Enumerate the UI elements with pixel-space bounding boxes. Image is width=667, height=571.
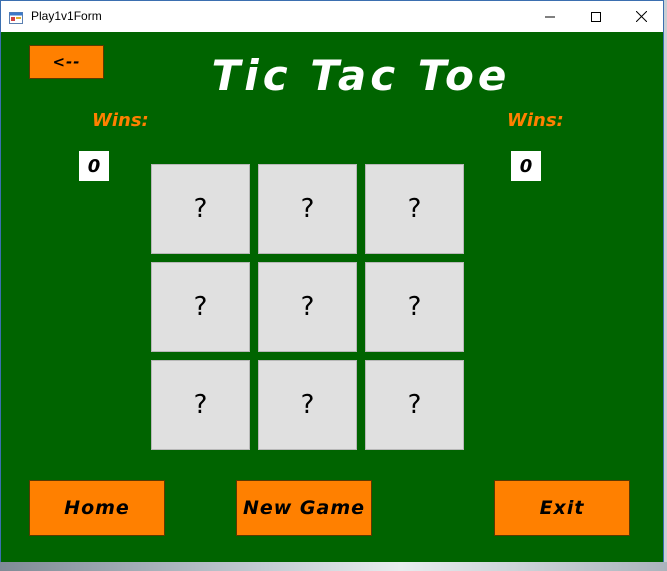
maximize-button[interactable] [573, 1, 619, 32]
home-button[interactable]: Home [29, 480, 165, 536]
minimize-icon [545, 7, 555, 26]
board-cell-1[interactable]: ? [151, 164, 250, 254]
window-title: Play1v1Form [31, 9, 102, 23]
player1-wins-label: Wins: [92, 110, 149, 131]
game-window: Play1v1Form <-- Tic Tac Toe Wins: Wins: … [0, 0, 664, 562]
board-cell-4[interactable]: ? [151, 262, 250, 352]
board-cell-9[interactable]: ? [365, 360, 464, 450]
app-icon [9, 9, 23, 24]
board-cell-7[interactable]: ? [151, 360, 250, 450]
board-cell-8[interactable]: ? [258, 360, 357, 450]
maximize-icon [591, 7, 601, 26]
player2-wins-label: Wins: [507, 110, 564, 131]
board-cell-3[interactable]: ? [365, 164, 464, 254]
minimize-button[interactable] [527, 1, 573, 32]
board-cell-5[interactable]: ? [258, 262, 357, 352]
new-game-button[interactable]: New Game [236, 480, 372, 536]
page-title: Tic Tac Toe [211, 51, 511, 100]
title-bar[interactable]: Play1v1Form [1, 1, 663, 32]
board-cell-2[interactable]: ? [258, 164, 357, 254]
close-icon [635, 7, 647, 26]
close-button[interactable] [618, 1, 664, 32]
exit-button[interactable]: Exit [494, 480, 630, 536]
desktop-background [0, 562, 667, 571]
board-cell-6[interactable]: ? [365, 262, 464, 352]
game-area: <-- Tic Tac Toe Wins: Wins: 0 0 ? ? ? ? … [1, 32, 663, 562]
back-button[interactable]: <-- [29, 45, 104, 79]
player2-score: 0 [511, 151, 541, 181]
player1-score: 0 [79, 151, 109, 181]
